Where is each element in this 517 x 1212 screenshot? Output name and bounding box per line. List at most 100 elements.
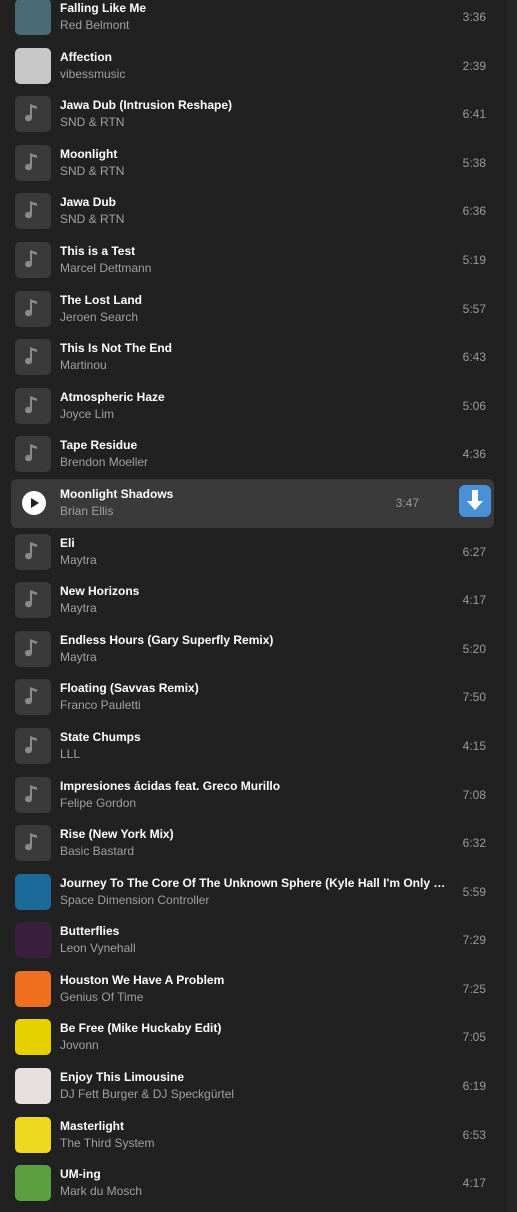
track-duration: 5:59 [462, 884, 486, 899]
album-art-placeholder [15, 679, 51, 716]
music-note-icon [25, 104, 37, 122]
track-artist: Brian Ellis [60, 503, 114, 518]
track-row[interactable]: Floating (Savvas Remix) Franco Pauletti 7:… [11, 673, 494, 722]
track-artist: Space Dimension Controller [60, 892, 210, 907]
track-row[interactable]: Atmospheric Haze Joyce Lim 5:06 [11, 382, 494, 431]
track-duration: 6:32 [462, 836, 486, 851]
track-duration: 6:19 [462, 1079, 486, 1094]
track-row[interactable]: The Lost Land Jeroen Search 5:57 [11, 285, 494, 334]
album-art-placeholder [15, 241, 51, 278]
track-duration: 3:47 [395, 495, 419, 510]
scrollbar-track[interactable] [507, 0, 517, 1212]
track-row[interactable]: UM-ing Mark du Mosch 4:17 [11, 1159, 494, 1208]
track-title: UM-ing [60, 1167, 101, 1182]
music-note-icon [25, 687, 37, 705]
album-art-placeholder [15, 193, 51, 230]
music-note-icon [25, 735, 37, 754]
track-row[interactable]: Jawa Dub SND & RTN 6:36 [11, 187, 494, 236]
album-art-placeholder [15, 582, 51, 619]
album-art [15, 1116, 51, 1153]
track-row[interactable]: Endless Hours (Gary Superfly Remix) Maytr… [11, 625, 494, 674]
track-artist: Maytra [60, 649, 97, 664]
track-title: This Is Not The End [60, 341, 173, 356]
track-title: State Chumps [60, 729, 141, 744]
track-row[interactable]: Enjoy This Limousine DJ Fett Burger & DJ … [11, 1062, 494, 1111]
track-row[interactable]: Houston We Have A Problem Genius Of Time 7… [11, 965, 494, 1014]
track-row[interactable]: Eli Maytra 6:27 [11, 528, 494, 577]
track-row[interactable]: Masterlight The Third System 6:53 [11, 1111, 494, 1160]
track-title: Jawa Dub (Intrusion Reshape) [60, 98, 233, 113]
track-title: Masterlight [60, 1118, 125, 1133]
track-artist: vibessmusic [60, 66, 126, 81]
track-title: Impresiones ácidas feat. Greco Murillo [60, 778, 281, 793]
play-button[interactable] [22, 490, 46, 515]
album-art-placeholder [15, 290, 51, 327]
track-row[interactable]: This is a Test Marcel Dettmann 5:19 [11, 236, 494, 285]
album-art-placeholder [15, 339, 51, 376]
download-arrow-icon [467, 489, 483, 510]
track-duration: 7:25 [462, 981, 486, 996]
track-row[interactable]: Journey To The Core Of The Unknown Spher… [11, 868, 494, 917]
track-title: Endless Hours (Gary Superfly Remix) [60, 632, 274, 647]
track-title: Butterflies [60, 924, 120, 939]
track-title: Rise (New York Mix) [60, 827, 174, 842]
track-row[interactable]: Impresiones ácidas feat. Greco Murillo Fe… [11, 771, 494, 820]
track-artist: Red Belmont [60, 18, 130, 32]
album-art-placeholder [15, 776, 51, 813]
album-art-placeholder [15, 630, 51, 667]
track-title: Houston We Have A Problem [60, 972, 225, 987]
track-title: Eli [60, 535, 75, 550]
music-note-icon [25, 347, 37, 365]
track-duration: 5:20 [462, 641, 486, 656]
track-artist: DJ Fett Burger & DJ Speckgürtel [60, 1087, 235, 1102]
album-art-placeholder [15, 533, 51, 570]
track-duration: 4:17 [462, 1176, 486, 1191]
track-title: Be Free (Mike Huckaby Edit) [60, 1021, 222, 1036]
music-note-icon [25, 833, 37, 851]
track-duration: 6:41 [462, 107, 486, 122]
track-title: Moonlight Shadows [60, 486, 174, 501]
track-artist: SND & RTN [60, 115, 125, 130]
track-row[interactable]: New Horizons Maytra 4:17 [11, 576, 494, 625]
track-row[interactable]: Affection vibessmusic 2:39 [11, 42, 494, 91]
track-artist: Joyce Lim [60, 406, 115, 421]
track-duration: 5:06 [462, 398, 486, 413]
track-title: Enjoy This Limousine [60, 1070, 185, 1085]
track-duration: 4:17 [462, 593, 486, 608]
album-art [15, 1165, 51, 1202]
track-duration: 4:36 [462, 447, 486, 462]
music-note-icon [25, 638, 37, 657]
track-title: Jawa Dub [60, 195, 117, 210]
track-artist: Maytra [60, 552, 97, 567]
music-note-icon [25, 541, 37, 559]
track-duration: 7:50 [462, 690, 486, 705]
album-art-placeholder [15, 387, 51, 424]
track-row[interactable]: Butterflies Leon Vynehall 7:29 [11, 916, 494, 965]
album-art [15, 922, 51, 959]
track-title: Affection [60, 49, 112, 64]
track-row[interactable]: Moonlight SND & RTN 5:38 [11, 139, 494, 188]
album-art-placeholder [15, 436, 51, 473]
track-row[interactable]: This Is Not The End Martinou 6:43 [11, 333, 494, 382]
track-artist: Basic Bastard [60, 844, 135, 859]
track-artist: Brendon Moeller [60, 455, 149, 470]
music-note-icon [25, 249, 37, 268]
download-button[interactable] [459, 484, 491, 517]
track-artist: The Third System [60, 1135, 155, 1150]
track-row[interactable]: Rise (New York Mix) Basic Bastard 6:32 [11, 819, 494, 868]
track-duration: 6:27 [462, 544, 486, 559]
track-row[interactable]: Falling Like Me Red Belmont 3:36 [11, 0, 494, 42]
track-title: Moonlight [60, 146, 118, 161]
track-duration: 5:57 [462, 301, 486, 316]
track-title: The Lost Land [60, 292, 142, 307]
track-row[interactable]: Tape Residue Brendon Moeller 4:36 [11, 430, 494, 479]
music-note-icon [25, 298, 37, 316]
track-row-active[interactable]: Moonlight Shadows Brian Ellis 3:47 [11, 478, 494, 528]
track-row[interactable]: Be Free (Mike Huckaby Edit) Jovonn 7:05 [11, 1013, 494, 1062]
track-artist: Marcel Dettmann [60, 260, 152, 275]
track-row[interactable]: State Chumps LLL 4:15 [11, 722, 494, 771]
track-duration: 3:36 [462, 10, 486, 24]
music-note-icon [25, 152, 37, 171]
track-row[interactable]: Jawa Dub (Intrusion Reshape) SND & RTN 6:4… [11, 90, 494, 139]
album-art-placeholder [15, 96, 51, 133]
